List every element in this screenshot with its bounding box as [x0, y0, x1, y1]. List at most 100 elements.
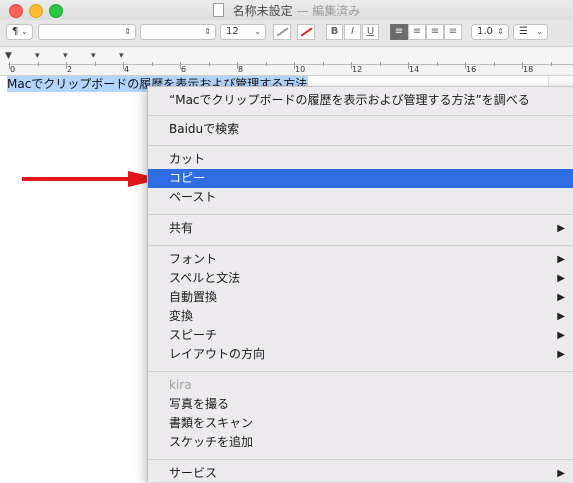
- submenu-arrow-icon: ▶: [557, 468, 565, 479]
- ruler-label: 0: [10, 65, 16, 74]
- font-style-popup[interactable]: ⇕: [140, 24, 216, 40]
- menu-separator: [148, 115, 573, 116]
- menu-item-spelling-label: スペルと文法: [169, 271, 241, 285]
- submenu-arrow-icon: ▶: [557, 311, 565, 322]
- tab-stop-icon[interactable]: ▾: [91, 51, 96, 61]
- ruler-label: 8: [238, 65, 244, 74]
- ruler-tick: [265, 62, 267, 66]
- title-bar: 名称未設定 — 編集済み: [0, 0, 573, 20]
- ruler-tick: [436, 62, 438, 66]
- menu-separator: [148, 459, 573, 460]
- menu-item-layout-direction-label: レイアウトの方向: [169, 347, 266, 361]
- menu-item-share-label: 共有: [169, 221, 194, 235]
- submenu-arrow-icon: ▶: [557, 349, 565, 360]
- highlight-color-well[interactable]: [273, 24, 291, 40]
- menu-item-paste[interactable]: ペースト: [148, 188, 573, 207]
- menu-item-substitutions[interactable]: 自動置換 ▶: [148, 288, 573, 307]
- menu-item-transformations[interactable]: 変換 ▶: [148, 307, 573, 326]
- ruler-tick: [550, 62, 552, 66]
- menu-separator: [148, 371, 573, 372]
- align-center-icon: ≡: [412, 26, 422, 37]
- menu-item-add-sketch[interactable]: スケッチを追加: [148, 433, 573, 452]
- align-right-button[interactable]: ≡: [426, 24, 444, 40]
- tab-stop-icon[interactable]: ▾: [63, 51, 68, 61]
- align-left-icon: ≡: [394, 26, 404, 37]
- ruler-tick: [379, 62, 381, 66]
- updown-icon: ⇕: [497, 27, 504, 36]
- submenu-arrow-icon: ▶: [557, 254, 565, 265]
- chevron-down-icon: ⌄: [536, 27, 543, 36]
- paragraph-style-popup[interactable]: ¶ ⌄: [6, 24, 33, 40]
- updown-icon: ⇕: [124, 27, 131, 36]
- align-right-icon: ≡: [430, 26, 440, 37]
- tab-stop-icon[interactable]: ▾: [35, 51, 40, 61]
- list-icon: ☰: [519, 26, 528, 37]
- chevron-down-icon: ⌄: [254, 27, 261, 36]
- submenu-arrow-icon: ▶: [557, 292, 565, 303]
- ruler-tick: [208, 62, 210, 66]
- bold-button[interactable]: B: [326, 24, 343, 40]
- chevron-down-icon: ⌄: [21, 27, 28, 36]
- menu-item-speech[interactable]: スピーチ ▶: [148, 326, 573, 345]
- document-icon: [212, 3, 224, 17]
- ruler-label: 12: [352, 65, 363, 74]
- ruler-tick: [37, 62, 39, 66]
- indent-marker-icon[interactable]: ▼: [5, 51, 12, 61]
- underline-button[interactable]: U: [362, 24, 379, 40]
- menu-item-substitutions-label: 自動置換: [169, 290, 218, 304]
- submenu-arrow-icon: ▶: [557, 223, 565, 234]
- line-spacing-value: 1.0: [477, 26, 493, 37]
- ruler-tick: [493, 62, 495, 66]
- menu-item-layout-direction[interactable]: レイアウトの方向 ▶: [148, 345, 573, 364]
- edit-status: — 編集済み: [296, 4, 361, 18]
- menu-item-font-label: フォント: [169, 252, 218, 266]
- window-title[interactable]: 名称未設定: [233, 4, 293, 18]
- menu-item-font[interactable]: フォント ▶: [148, 250, 573, 269]
- submenu-arrow-icon: ▶: [557, 330, 565, 341]
- menu-item-lookup[interactable]: “Macでクリップボードの履歴を表示および管理する方法”を調べる: [148, 91, 573, 110]
- menu-item-search-baidu[interactable]: Baiduで検索: [148, 120, 573, 139]
- format-toolbar: ¶ ⌄ ⇕ ⇕ 12 ⌄ B I U ≡ ≡ ≡ ≡ 1.0 ⇕ ☰ ⌄: [0, 20, 573, 47]
- paragraph-style-label: ¶: [12, 26, 19, 37]
- updown-icon: ⇕: [204, 27, 211, 36]
- menu-item-take-photo[interactable]: 写真を撮る: [148, 395, 573, 414]
- tab-stop-icon[interactable]: ▾: [119, 51, 124, 61]
- menu-item-cut[interactable]: カット: [148, 150, 573, 169]
- menu-item-services-label: サービス: [169, 466, 218, 480]
- ruler-baseline: [8, 64, 573, 65]
- menu-item-services[interactable]: サービス ▶: [148, 464, 573, 483]
- font-size-value: 12: [226, 26, 239, 37]
- ruler-tick: [322, 62, 324, 66]
- ruler-label: 10: [295, 65, 306, 74]
- line-spacing-popup[interactable]: 1.0 ⇕: [471, 24, 509, 40]
- menu-item-spelling-grammar[interactable]: スペルと文法 ▶: [148, 269, 573, 288]
- menu-section-device-header: kira: [169, 378, 192, 392]
- menu-item-speech-label: スピーチ: [169, 328, 218, 342]
- align-justify-button[interactable]: ≡: [444, 24, 462, 40]
- menu-item-share[interactable]: 共有 ▶: [148, 219, 573, 238]
- align-center-button[interactable]: ≡: [408, 24, 426, 40]
- menu-separator: [148, 145, 573, 146]
- submenu-arrow-icon: ▶: [557, 273, 565, 284]
- context-menu: “Macでクリップボードの履歴を表示および管理する方法”を調べる Baiduで検…: [147, 86, 573, 482]
- align-left-button[interactable]: ≡: [390, 24, 408, 40]
- ruler-label: 18: [523, 65, 534, 74]
- list-style-popup[interactable]: ☰ ⌄: [513, 24, 548, 40]
- ruler-label: 14: [409, 65, 420, 74]
- align-justify-icon: ≡: [448, 26, 458, 37]
- ruler[interactable]: ▼ ▾ ▾ ▾ ▾ 0 2 4 6 8 10 12 14 16 18: [0, 47, 573, 76]
- menu-item-scan-documents[interactable]: 書類をスキャン: [148, 414, 573, 433]
- menu-item-copy[interactable]: コピー: [148, 169, 573, 188]
- red-arrow-icon: [22, 171, 162, 187]
- window-title-group: 名称未設定 — 編集済み: [0, 2, 573, 19]
- menu-separator: [148, 214, 573, 215]
- font-size-combo[interactable]: 12 ⌄: [220, 24, 266, 40]
- font-family-popup[interactable]: ⇕: [38, 24, 136, 40]
- ruler-label: 16: [466, 65, 477, 74]
- italic-button[interactable]: I: [344, 24, 361, 40]
- text-color-well[interactable]: [297, 24, 315, 40]
- ruler-tick: [151, 62, 153, 66]
- ruler-label: 6: [181, 65, 187, 74]
- menu-item-transformations-label: 変換: [169, 309, 194, 323]
- ruler-label: 2: [67, 65, 73, 74]
